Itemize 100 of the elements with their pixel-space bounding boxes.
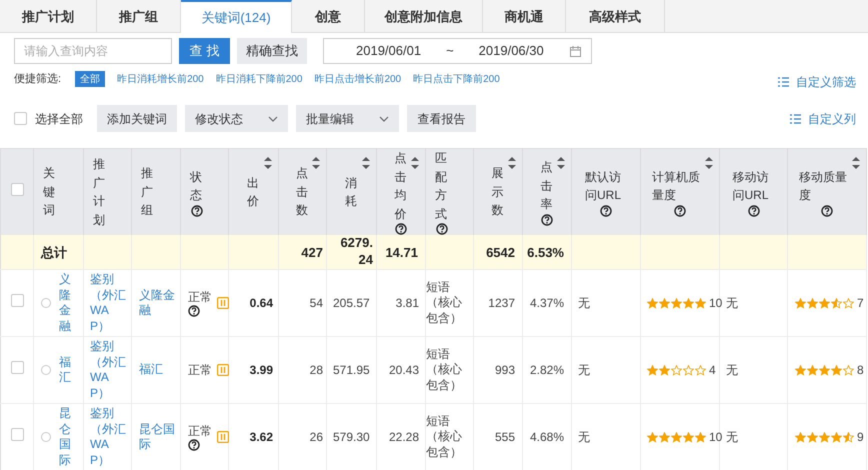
select-all-checkbox[interactable]	[14, 112, 27, 125]
table-cell: 555	[494, 430, 515, 444]
table-cell: 4.68%	[530, 430, 564, 444]
plan-link[interactable]: 鉴别（外汇WAP）	[90, 406, 126, 468]
group-link[interactable]: 昆仑国际	[139, 422, 175, 453]
header-checkbox[interactable]	[10, 183, 24, 196]
table-cell: 14.71	[385, 244, 418, 260]
quick-filter-label: 便捷筛选:	[14, 72, 62, 87]
group-link[interactable]: 义隆金融	[139, 288, 175, 319]
sort-icon[interactable]	[411, 157, 419, 169]
quality-score: 9	[857, 429, 864, 446]
keyword-link[interactable]: 福汇	[59, 354, 72, 386]
table-cell: 4.37%	[530, 296, 564, 310]
sort-icon[interactable]	[705, 157, 713, 169]
tab[interactable]: 商机通	[483, 0, 566, 33]
caret-icon	[379, 116, 389, 122]
table-cell: 22.28	[388, 430, 419, 444]
table-cell: 205.57	[333, 296, 370, 310]
pause-icon[interactable]	[217, 431, 229, 444]
tab[interactable]: 创意附加信息	[365, 0, 483, 33]
table-cell: 无	[726, 363, 738, 378]
quality-score: 10	[709, 429, 722, 446]
pause-icon[interactable]	[217, 364, 229, 376]
radio-button[interactable]	[41, 365, 51, 376]
status-help-icon	[188, 439, 200, 452]
table-cell: 3.81	[396, 296, 419, 310]
quality-score: 8	[857, 362, 864, 380]
calendar-icon	[570, 46, 581, 56]
date-separator: ~	[446, 42, 454, 60]
help-icon	[190, 204, 202, 217]
quick-filter-option[interactable]: 昨日消耗增长前200	[117, 71, 204, 88]
list-icon	[778, 77, 789, 87]
plan-link[interactable]: 鉴别（外汇WAP）	[90, 338, 126, 402]
radio-button[interactable]	[41, 432, 51, 442]
custom-columns-link[interactable]: 自定义列	[790, 110, 856, 128]
group-link[interactable]: 福汇	[139, 362, 175, 378]
row-checkbox[interactable]	[10, 294, 24, 308]
modify-status-dropdown[interactable]: 修改状态	[185, 105, 288, 132]
add-keyword-button[interactable]: 添加关键词	[97, 105, 177, 132]
list-icon	[790, 114, 801, 124]
keyword-link[interactable]: 昆仑国际	[59, 406, 72, 468]
help-icon	[600, 204, 612, 217]
exact-search-button[interactable]: 精确查找	[237, 38, 307, 64]
sort-icon[interactable]	[312, 157, 320, 169]
row-checkbox[interactable]	[10, 428, 24, 442]
table-cell: 无	[578, 430, 590, 444]
quality-score: 10	[709, 295, 722, 312]
table-cell: 427	[301, 244, 323, 260]
sort-icon[interactable]	[852, 157, 860, 169]
table-cell: 无	[726, 296, 738, 310]
quick-filter-option[interactable]: 昨日点击下降前200	[413, 71, 500, 88]
tab[interactable]: 创意	[292, 0, 365, 33]
bid-value: 0.64	[250, 296, 273, 310]
table-cell-text: 短语（核心包含）	[426, 414, 463, 461]
date-range-field[interactable]: 2019/06/01 ~ 2019/06/30	[323, 38, 592, 64]
start-date: 2019/06/01	[356, 42, 422, 60]
quick-filter-option[interactable]: 全部	[75, 71, 106, 88]
row-checkbox[interactable]	[10, 361, 24, 374]
help-icon	[541, 214, 553, 226]
sort-icon[interactable]	[508, 157, 516, 169]
table-cell: 2.82%	[530, 363, 564, 378]
quality-score: 4	[709, 362, 716, 380]
sort-icon[interactable]	[557, 157, 565, 169]
custom-filter-link[interactable]: 自定义筛选	[778, 73, 856, 91]
help-icon	[395, 223, 407, 236]
table-cell: 无	[578, 363, 590, 378]
quick-filter-option[interactable]: 昨日点击增长前200	[314, 71, 402, 88]
keyword-link[interactable]: 义隆金融	[59, 272, 72, 334]
search-field[interactable]: 请输入查询内容	[14, 38, 172, 64]
status-text: 正常	[188, 362, 212, 378]
quick-filter-option[interactable]: 昨日消耗下降前200	[216, 71, 302, 88]
tab[interactable]: 关键词(124)	[181, 0, 292, 33]
table-cell: 993	[494, 363, 515, 378]
help-icon	[748, 204, 760, 217]
quality-score: 7	[857, 295, 864, 312]
plan-link[interactable]: 鉴别（外汇WAP）	[90, 272, 126, 334]
caret-icon	[268, 116, 278, 122]
sort-icon[interactable]	[264, 157, 272, 169]
table-cell: 6542	[486, 244, 515, 260]
table-cell: 无	[578, 296, 590, 310]
bid-value: 3.99	[250, 363, 273, 378]
radio-button[interactable]	[41, 298, 51, 308]
sort-icon[interactable]	[362, 157, 370, 169]
status-text: 正常	[188, 423, 212, 440]
end-date: 2019/06/30	[478, 42, 544, 60]
table-cell: 1237	[488, 296, 515, 310]
pause-icon[interactable]	[217, 297, 229, 310]
view-report-button[interactable]: 查看报告	[407, 105, 476, 132]
table-cell: 无	[726, 430, 738, 444]
table-cell-text: 短语（核心包含）	[426, 346, 463, 394]
table-cell: 54	[310, 296, 323, 310]
batch-edit-dropdown[interactable]: 批量编辑	[296, 105, 399, 132]
table-cell: 20.43	[388, 363, 419, 378]
tab[interactable]: 高级样式	[566, 0, 665, 33]
table-cell: 579.30	[333, 430, 370, 444]
tab[interactable]: 推广计划	[0, 0, 97, 33]
bid-value: 3.62	[250, 430, 273, 444]
search-button[interactable]: 查 找	[179, 38, 230, 64]
table-cell: 28	[310, 363, 323, 378]
table-cell-text: 6279.24	[339, 235, 373, 270]
